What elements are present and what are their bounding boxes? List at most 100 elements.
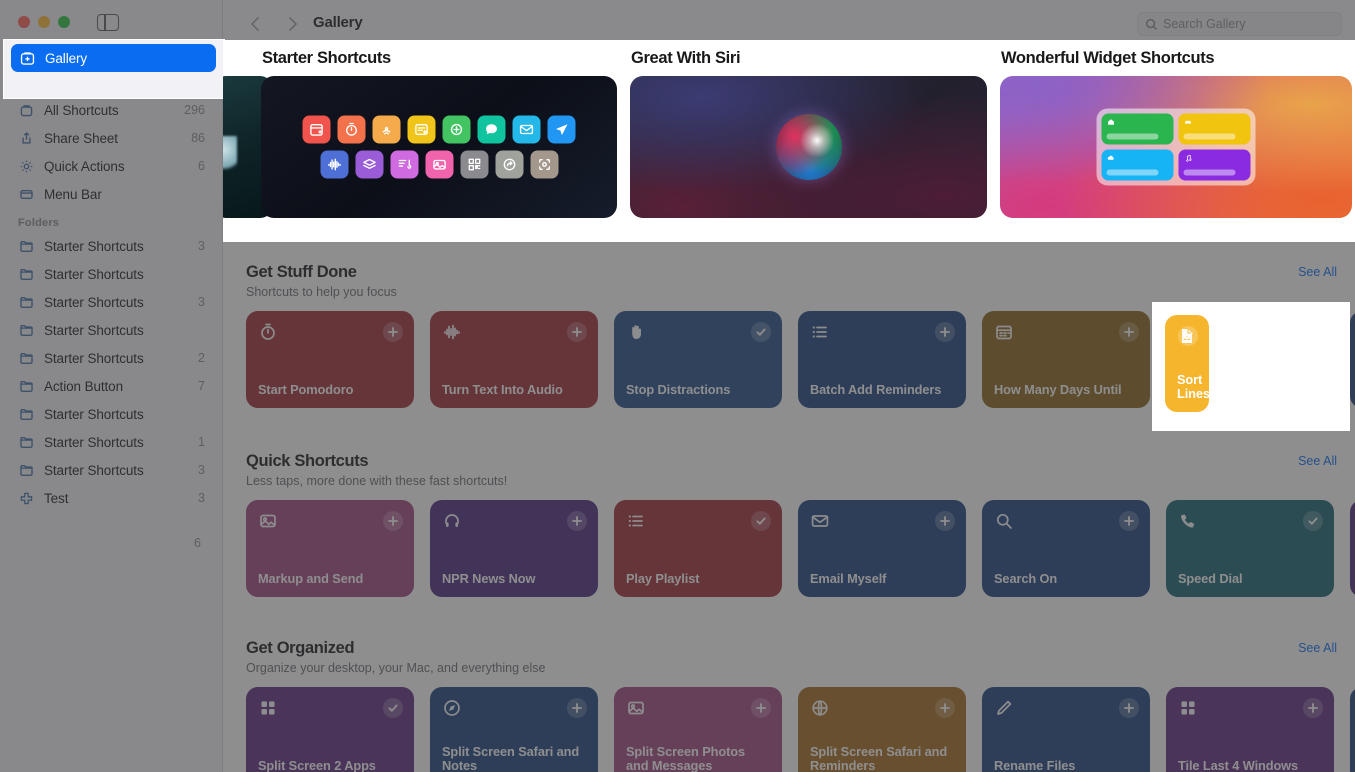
calendar-add-icon <box>302 124 331 153</box>
widget-tile-bar <box>1106 142 1159 149</box>
shortcut-card-partial[interactable] <box>1350 687 1355 772</box>
sidebar-folder-3[interactable]: Starter Shortcuts 3 <box>10 288 213 316</box>
shortcut-card-title: Split Screen Safari and Notes <box>442 743 580 772</box>
shortcut-card[interactable]: Stop Distractions <box>614 311 782 408</box>
message-icon <box>477 124 506 153</box>
shortcut-card[interactable]: Speed Dial <box>1166 500 1334 597</box>
app-icon-row-1 <box>302 124 576 153</box>
sidebar-folder-1[interactable]: Starter Shortcuts 3 <box>10 232 213 260</box>
airdrop-icon <box>372 124 401 153</box>
check-icon[interactable] <box>1303 322 1323 342</box>
back-button[interactable] <box>245 13 267 35</box>
shortcut-card[interactable]: Split Screen 2 Apps <box>246 687 414 772</box>
shortcuts-window: Gallery Shortcuts All Shortcuts 296 Shar… <box>0 0 1355 772</box>
sidebar-item-label: Action Button <box>44 378 124 394</box>
banner-starter-shortcuts[interactable]: Starter Shortcuts <box>261 49 617 242</box>
banner-wonderful-widget-shortcuts[interactable]: Wonderful Widget Shortcuts <box>1000 49 1352 242</box>
shortcut-card[interactable]: NPR News Now <box>430 500 598 597</box>
plus-icon[interactable] <box>751 698 771 718</box>
plus-icon[interactable] <box>567 698 587 718</box>
sidebar-item-count: 3 <box>198 295 205 309</box>
banner-great-with-siri[interactable]: Great With Siri <box>630 49 987 242</box>
banner-partial[interactable] <box>223 49 273 242</box>
plus-icon[interactable] <box>567 322 587 342</box>
mail-icon <box>810 511 830 531</box>
shortcut-card-partial[interactable] <box>1350 311 1355 408</box>
plus-icon[interactable] <box>567 511 587 531</box>
sidebar-item-label: Starter Shortcuts <box>44 406 144 422</box>
banner-title <box>223 49 248 85</box>
sidebar-folder-7[interactable]: Starter Shortcuts <box>10 400 213 428</box>
sidebar-folder-9[interactable]: Starter Shortcuts 3 <box>10 456 213 484</box>
shortcut-card[interactable]: Turn Text Into Audio <box>430 311 598 408</box>
sidebar-item-label: Starter Shortcuts <box>44 350 144 366</box>
check-icon[interactable] <box>1303 511 1323 531</box>
sidebar-item-all-shortcuts[interactable]: All Shortcuts 296 <box>10 96 213 124</box>
shortcut-card[interactable]: Split Screen Safari and Reminders <box>798 687 966 772</box>
check-icon[interactable] <box>751 322 771 342</box>
section-get-organized: Get Organized Organize your desktop, you… <box>223 639 1355 772</box>
shortcut-card[interactable]: Play Playlist <box>614 500 782 597</box>
shortcut-card[interactable]: Rename Files <box>982 687 1150 772</box>
shortcut-card[interactable]: Split Screen Photos and Messages <box>614 687 782 772</box>
plus-icon[interactable] <box>935 322 955 342</box>
see-all-link[interactable]: See All <box>1298 265 1337 279</box>
shortcut-card[interactable]: How Many Days Until <box>982 311 1150 408</box>
sidebar: Gallery Shortcuts All Shortcuts 296 Shar… <box>0 0 223 772</box>
sidebar-folder-5[interactable]: Starter Shortcuts 2 <box>10 344 213 372</box>
layers-icon <box>355 159 383 188</box>
check-icon[interactable] <box>751 511 771 531</box>
shortcut-card[interactable]: Search On <box>982 500 1150 597</box>
sidebar-item-share-sheet[interactable]: Share Sheet 86 <box>10 124 213 152</box>
folder-icon <box>18 350 35 367</box>
sidebar-item-label: Share Sheet <box>44 130 118 146</box>
sidebar-folder-action-button[interactable]: Action Button 7 <box>10 372 213 400</box>
see-all-link[interactable]: See All <box>1298 454 1337 468</box>
plus-icon[interactable] <box>1119 511 1139 531</box>
shortcut-card[interactable]: Markup and Send <box>246 500 414 597</box>
shortcut-card[interactable]: Split Screen Safari and Notes <box>430 687 598 772</box>
see-all-link[interactable]: See All <box>1298 641 1337 655</box>
widget-tile <box>1178 158 1251 190</box>
sidebar-folder-8[interactable]: Starter Shortcuts 1 <box>10 428 213 456</box>
sidebar-folder-test[interactable]: Test 3 <box>10 484 213 512</box>
shortcut-card[interactable]: Sort Lines <box>1166 311 1334 408</box>
waveform-icon <box>320 159 348 188</box>
shortcut-card[interactable]: Start Pomodoro <box>246 311 414 408</box>
sidebar-toggle-icon[interactable] <box>97 14 119 31</box>
sidebar-item-count: 2 <box>198 351 205 365</box>
list-bullet-icon <box>626 511 646 531</box>
plus-icon[interactable] <box>1119 322 1139 342</box>
shortcut-card[interactable]: Email Myself <box>798 500 966 597</box>
zoom-button[interactable] <box>58 16 70 28</box>
search-input[interactable]: Search Gallery <box>1137 12 1342 36</box>
shortcut-card[interactable]: Batch Add Reminders <box>798 311 966 408</box>
app-icon-grid <box>302 124 576 188</box>
plus-icon[interactable] <box>383 511 403 531</box>
sidebar-item-label: All Shortcuts <box>44 102 119 118</box>
cloud-icon <box>1107 163 1169 172</box>
shortcut-card-partial[interactable] <box>1350 500 1355 597</box>
plus-icon[interactable] <box>1119 698 1139 718</box>
shortcut-card[interactable]: Tile Last 4 Windows <box>1166 687 1334 772</box>
plus-icon[interactable] <box>935 698 955 718</box>
sidebar-item-gallery[interactable]: Gallery <box>10 44 213 72</box>
forward-button[interactable] <box>281 13 303 35</box>
plus-icon[interactable] <box>935 511 955 531</box>
plus-icon[interactable] <box>1303 698 1323 718</box>
section-header: Quick Shortcuts Less taps, more done wit… <box>223 452 1355 488</box>
sidebar-item-quick-actions[interactable]: Quick Actions 6 <box>10 152 213 180</box>
window-traffic-lights[interactable] <box>18 16 70 28</box>
check-icon[interactable] <box>383 698 403 718</box>
qrcode-icon <box>460 159 488 188</box>
sidebar-item-menu-bar[interactable]: Menu Bar <box>10 180 213 208</box>
sidebar-folder-2[interactable]: Starter Shortcuts <box>10 260 213 288</box>
app-icon-row-2 <box>303 159 576 188</box>
banner-title: Great With Siri <box>631 57 741 76</box>
sidebar-folder-4[interactable]: Starter Shortcuts <box>10 316 213 344</box>
plus-icon[interactable] <box>383 322 403 342</box>
share-icon <box>18 130 35 147</box>
sidebar-item-label: Menu Bar <box>44 186 102 202</box>
close-button[interactable] <box>18 16 30 28</box>
minimize-button[interactable] <box>38 16 50 28</box>
